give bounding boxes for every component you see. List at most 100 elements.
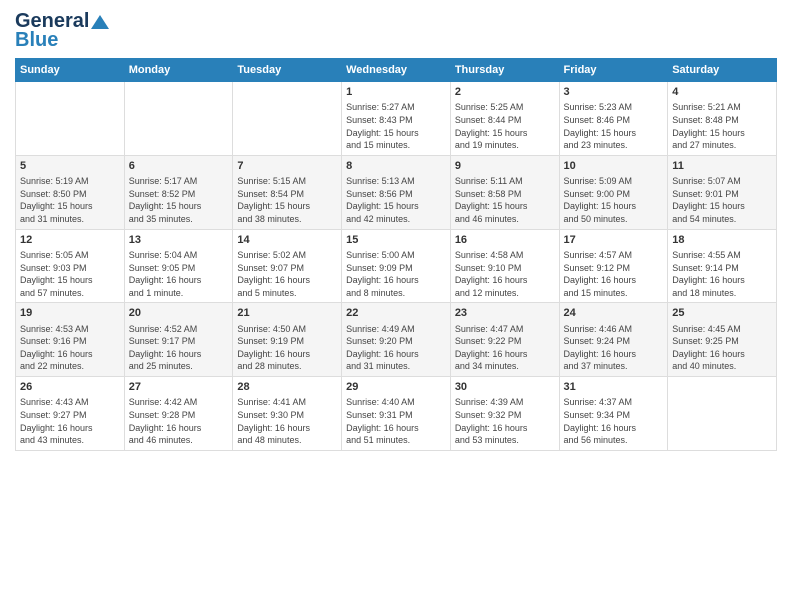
day-number: 8: [346, 159, 446, 174]
day-content: Sunrise: 4:46 AMSunset: 9:24 PMDaylight:…: [564, 323, 664, 373]
calendar-cell: [16, 82, 125, 156]
day-number: 13: [129, 233, 229, 248]
day-number: 28: [237, 380, 337, 395]
day-content: Sunrise: 4:47 AMSunset: 9:22 PMDaylight:…: [455, 323, 555, 373]
day-content: Sunrise: 4:52 AMSunset: 9:17 PMDaylight:…: [129, 323, 229, 373]
day-content: Sunrise: 5:15 AMSunset: 8:54 PMDaylight:…: [237, 175, 337, 225]
day-content: Sunrise: 5:04 AMSunset: 9:05 PMDaylight:…: [129, 249, 229, 299]
day-number: 21: [237, 306, 337, 321]
day-content: Sunrise: 4:50 AMSunset: 9:19 PMDaylight:…: [237, 323, 337, 373]
calendar-cell: [668, 377, 777, 451]
header-day: Tuesday: [233, 59, 342, 82]
header: General Blue: [15, 10, 777, 52]
day-content: Sunrise: 5:17 AMSunset: 8:52 PMDaylight:…: [129, 175, 229, 225]
day-number: 30: [455, 380, 555, 395]
day-number: 27: [129, 380, 229, 395]
day-number: 1: [346, 85, 446, 100]
day-content: Sunrise: 4:57 AMSunset: 9:12 PMDaylight:…: [564, 249, 664, 299]
calendar-table: SundayMondayTuesdayWednesdayThursdayFrid…: [15, 58, 777, 451]
calendar-cell: 3Sunrise: 5:23 AMSunset: 8:46 PMDaylight…: [559, 82, 668, 156]
day-content: Sunrise: 4:45 AMSunset: 9:25 PMDaylight:…: [672, 323, 772, 373]
calendar-cell: 4Sunrise: 5:21 AMSunset: 8:48 PMDaylight…: [668, 82, 777, 156]
calendar-cell: 26Sunrise: 4:43 AMSunset: 9:27 PMDayligh…: [16, 377, 125, 451]
day-number: 12: [20, 233, 120, 248]
week-row: 5Sunrise: 5:19 AMSunset: 8:50 PMDaylight…: [16, 155, 777, 229]
calendar-cell: [233, 82, 342, 156]
day-number: 5: [20, 159, 120, 174]
day-content: Sunrise: 5:19 AMSunset: 8:50 PMDaylight:…: [20, 175, 120, 225]
day-content: Sunrise: 5:05 AMSunset: 9:03 PMDaylight:…: [20, 249, 120, 299]
page: General Blue SundayMondayTuesdayWednesda…: [0, 0, 792, 461]
week-row: 26Sunrise: 4:43 AMSunset: 9:27 PMDayligh…: [16, 377, 777, 451]
logo-blue: Blue: [15, 29, 58, 52]
calendar-cell: 11Sunrise: 5:07 AMSunset: 9:01 PMDayligh…: [668, 155, 777, 229]
calendar-cell: 16Sunrise: 4:58 AMSunset: 9:10 PMDayligh…: [450, 229, 559, 303]
day-number: 31: [564, 380, 664, 395]
day-number: 24: [564, 306, 664, 321]
day-number: 6: [129, 159, 229, 174]
day-content: Sunrise: 5:25 AMSunset: 8:44 PMDaylight:…: [455, 101, 555, 151]
calendar-cell: 6Sunrise: 5:17 AMSunset: 8:52 PMDaylight…: [124, 155, 233, 229]
calendar-cell: 21 Sunrise: 4:50 AMSunset: 9:19 PMDayligh…: [233, 303, 342, 377]
day-number: 2: [455, 85, 555, 100]
day-content: Sunrise: 4:49 AMSunset: 9:20 PMDaylight:…: [346, 323, 446, 373]
calendar-cell: 18Sunrise: 4:55 AMSunset: 9:14 PMDayligh…: [668, 229, 777, 303]
day-number: 15: [346, 233, 446, 248]
day-number: 25: [672, 306, 772, 321]
day-content: Sunrise: 5:11 AMSunset: 8:58 PMDaylight:…: [455, 175, 555, 225]
calendar-cell: 1Sunrise: 5:27 AMSunset: 8:43 PMDaylight…: [342, 82, 451, 156]
header-day: Friday: [559, 59, 668, 82]
day-number: 29: [346, 380, 446, 395]
day-content: Sunrise: 5:02 AMSunset: 9:07 PMDaylight:…: [237, 249, 337, 299]
day-content: Sunrise: 5:27 AMSunset: 8:43 PMDaylight:…: [346, 101, 446, 151]
calendar-cell: 10Sunrise: 5:09 AMSunset: 9:00 PMDayligh…: [559, 155, 668, 229]
logo: General Blue: [15, 10, 109, 52]
day-number: 23: [455, 306, 555, 321]
day-content: Sunrise: 5:13 AMSunset: 8:56 PMDaylight:…: [346, 175, 446, 225]
calendar-cell: 25 Sunrise: 4:45 AMSunset: 9:25 PMDayligh…: [668, 303, 777, 377]
calendar-cell: 2Sunrise: 5:25 AMSunset: 8:44 PMDaylight…: [450, 82, 559, 156]
calendar-cell: 15Sunrise: 5:00 AMSunset: 9:09 PMDayligh…: [342, 229, 451, 303]
calendar-cell: 13Sunrise: 5:04 AMSunset: 9:05 PMDayligh…: [124, 229, 233, 303]
calendar-cell: 30Sunrise: 4:39 AMSunset: 9:32 PMDayligh…: [450, 377, 559, 451]
day-content: Sunrise: 5:21 AMSunset: 8:48 PMDaylight:…: [672, 101, 772, 151]
day-number: 20: [129, 306, 229, 321]
header-day: Saturday: [668, 59, 777, 82]
week-row: 19 Sunrise: 4:53 AMSunset: 9:16 PMDayligh…: [16, 303, 777, 377]
calendar-cell: 9Sunrise: 5:11 AMSunset: 8:58 PMDaylight…: [450, 155, 559, 229]
header-row: SundayMondayTuesdayWednesdayThursdayFrid…: [16, 59, 777, 82]
calendar-cell: 8Sunrise: 5:13 AMSunset: 8:56 PMDaylight…: [342, 155, 451, 229]
day-number: 7: [237, 159, 337, 174]
week-row: 1Sunrise: 5:27 AMSunset: 8:43 PMDaylight…: [16, 82, 777, 156]
day-content: Sunrise: 5:23 AMSunset: 8:46 PMDaylight:…: [564, 101, 664, 151]
day-number: 10: [564, 159, 664, 174]
day-content: Sunrise: 4:58 AMSunset: 9:10 PMDaylight:…: [455, 249, 555, 299]
calendar-cell: 31Sunrise: 4:37 AMSunset: 9:34 PMDayligh…: [559, 377, 668, 451]
header-day: Thursday: [450, 59, 559, 82]
calendar-cell: [124, 82, 233, 156]
day-content: Sunrise: 4:39 AMSunset: 9:32 PMDaylight:…: [455, 396, 555, 446]
day-number: 19: [20, 306, 120, 321]
day-number: 17: [564, 233, 664, 248]
calendar-cell: 14Sunrise: 5:02 AMSunset: 9:07 PMDayligh…: [233, 229, 342, 303]
day-number: 3: [564, 85, 664, 100]
calendar-cell: 19 Sunrise: 4:53 AMSunset: 9:16 PMDayligh…: [16, 303, 125, 377]
logo-icon: [91, 13, 109, 31]
day-number: 9: [455, 159, 555, 174]
day-content: Sunrise: 4:37 AMSunset: 9:34 PMDaylight:…: [564, 396, 664, 446]
calendar-cell: 27Sunrise: 4:42 AMSunset: 9:28 PMDayligh…: [124, 377, 233, 451]
day-content: Sunrise: 5:00 AMSunset: 9:09 PMDaylight:…: [346, 249, 446, 299]
calendar-cell: 29Sunrise: 4:40 AMSunset: 9:31 PMDayligh…: [342, 377, 451, 451]
header-day: Wednesday: [342, 59, 451, 82]
calendar-cell: 22Sunrise: 4:49 AMSunset: 9:20 PMDayligh…: [342, 303, 451, 377]
day-content: Sunrise: 4:40 AMSunset: 9:31 PMDaylight:…: [346, 396, 446, 446]
header-day: Sunday: [16, 59, 125, 82]
day-number: 4: [672, 85, 772, 100]
calendar-cell: 17Sunrise: 4:57 AMSunset: 9:12 PMDayligh…: [559, 229, 668, 303]
day-content: Sunrise: 4:53 AMSunset: 9:16 PMDaylight:…: [20, 323, 120, 373]
day-number: 11: [672, 159, 772, 174]
day-content: Sunrise: 5:07 AMSunset: 9:01 PMDaylight:…: [672, 175, 772, 225]
calendar-cell: 23 Sunrise: 4:47 AMSunset: 9:22 PMDayligh…: [450, 303, 559, 377]
day-content: Sunrise: 5:09 AMSunset: 9:00 PMDaylight:…: [564, 175, 664, 225]
calendar-cell: 20 Sunrise: 4:52 AMSunset: 9:17 PMDayligh…: [124, 303, 233, 377]
